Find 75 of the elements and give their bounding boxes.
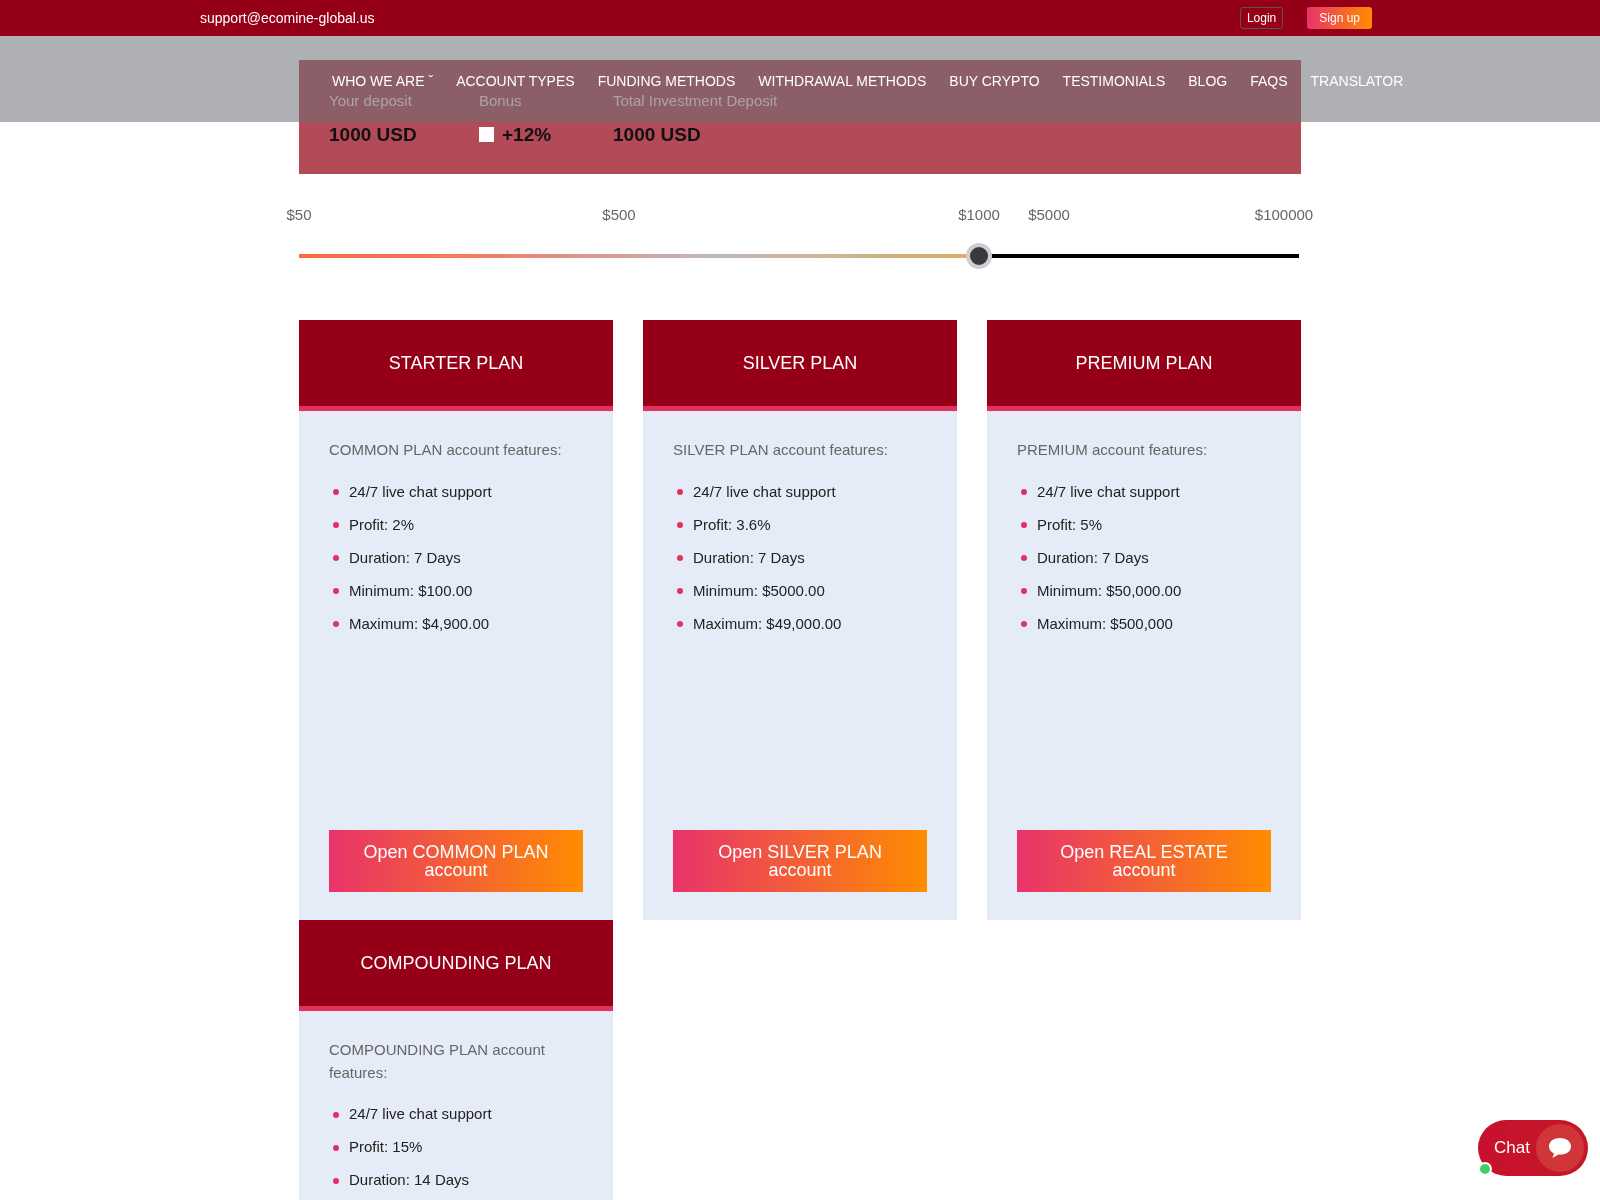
feature-text: Maximum: $4,900.00: [349, 613, 490, 634]
feature-text: Minimum: $5000.00: [693, 580, 825, 601]
plan-intro: COMMON PLAN account features:: [329, 440, 563, 460]
bullet-icon: [333, 522, 339, 528]
open-account-button[interactable]: Open SILVER PLAN account: [673, 830, 927, 892]
bullet-icon: [333, 588, 339, 594]
feature-text: Maximum: $49,000.00: [693, 613, 842, 634]
bullet-icon: [333, 1177, 339, 1184]
feature-text: Duration: 7 Days: [349, 547, 461, 568]
nav-link[interactable]: TESTIMONIALS: [1062, 70, 1166, 92]
feature-text: 24/7 live chat support: [349, 481, 492, 502]
feature-text: 24/7 live chat support: [349, 1104, 492, 1125]
nav-link[interactable]: BUY CRYPTO: [949, 70, 1040, 92]
nav-link[interactable]: WITHDRAWAL METHODS: [758, 70, 927, 92]
login-button[interactable]: Login: [1239, 6, 1284, 30]
bullet-icon: [677, 621, 683, 627]
tick-label: $100000: [1254, 205, 1314, 225]
summary-label: Bonus: [479, 91, 523, 111]
bullet-icon: [1021, 588, 1027, 594]
bullet-icon: [333, 489, 339, 495]
bullet-icon: [677, 522, 683, 528]
open-account-button[interactable]: Open REAL ESTATE account: [1017, 830, 1271, 892]
bullet-icon: [677, 555, 683, 561]
feature-text: Duration: 7 Days: [693, 547, 805, 568]
nav-link[interactable]: FUNDING METHODS: [597, 70, 736, 92]
tick-label: $1000: [958, 205, 1000, 225]
plan-header: PREMIUM PLAN: [987, 320, 1301, 411]
signup-button[interactable]: Sign up: [1307, 6, 1372, 30]
chat-label: Chat: [1494, 1137, 1530, 1160]
chat-widget[interactable]: Chat: [1478, 1120, 1588, 1176]
feature-text: Maximum: $500,000: [1037, 613, 1173, 634]
plan-intro: SILVER PLAN account features:: [673, 440, 889, 460]
feature-text: Minimum: $100.00: [349, 580, 473, 601]
bullet-icon: [333, 555, 339, 561]
bullet-icon: [1021, 489, 1027, 495]
bonus-checkbox[interactable]: [479, 127, 494, 143]
open-account-button[interactable]: Open COMMON PLAN account: [329, 830, 583, 892]
tick-label: $5000: [1028, 205, 1070, 225]
speech-bubble-icon: [1547, 1136, 1573, 1160]
nav-link[interactable]: FAQS: [1250, 70, 1288, 92]
bullet-icon: [677, 489, 683, 495]
summary-value: 1000 USD: [329, 122, 417, 147]
bullet-icon: [333, 621, 339, 627]
plan-header: STARTER PLAN: [299, 320, 613, 411]
plan-intro: COMPOUNDING PLAN account features:: [329, 1040, 546, 1083]
feature-text: Duration: 14 Days: [349, 1170, 470, 1191]
feature-text: Duration: 7 Days: [1037, 547, 1149, 568]
summary-label: Total Investment Deposit: [613, 91, 779, 111]
feature-text: 24/7 live chat support: [1037, 481, 1180, 502]
feature-text: Profit: 3.6%: [693, 514, 771, 535]
slider[interactable]: [299, 243, 1299, 269]
bullet-icon: [1021, 522, 1027, 528]
plan-intro: PREMIUM account features:: [1017, 440, 1209, 460]
bullet-icon: [1021, 621, 1027, 627]
email-text: support@ecomine-global.us: [200, 8, 375, 28]
bullet-icon: [333, 1144, 339, 1151]
feature-text: Profit: 2%: [349, 514, 415, 535]
summary-label: Your deposit: [329, 91, 413, 111]
feature-text: Profit: 15%: [349, 1137, 423, 1158]
feature-text: Profit: 5%: [1037, 514, 1103, 535]
plan-header: SILVER PLAN: [643, 320, 957, 411]
bullet-icon: [677, 588, 683, 594]
slider-thumb[interactable]: [966, 243, 992, 269]
bullet-icon: [1021, 555, 1027, 561]
nav-link[interactable]: BLOG: [1188, 70, 1228, 92]
summary-value: +12%: [502, 122, 552, 147]
nav-link[interactable]: WHO WE ARE ˇ: [332, 70, 434, 92]
summary-value: 1000 USD: [613, 122, 701, 147]
tick-label: $500: [602, 205, 636, 225]
tick-label: $50: [286, 205, 312, 225]
nav-link[interactable]: ACCOUNT TYPES: [456, 70, 575, 92]
feature-text: Minimum: $50,000.00: [1037, 580, 1182, 601]
plan-header: COMPOUNDING PLAN: [299, 920, 613, 1011]
feature-text: 24/7 live chat support: [693, 481, 836, 502]
bullet-icon: [333, 1111, 339, 1118]
